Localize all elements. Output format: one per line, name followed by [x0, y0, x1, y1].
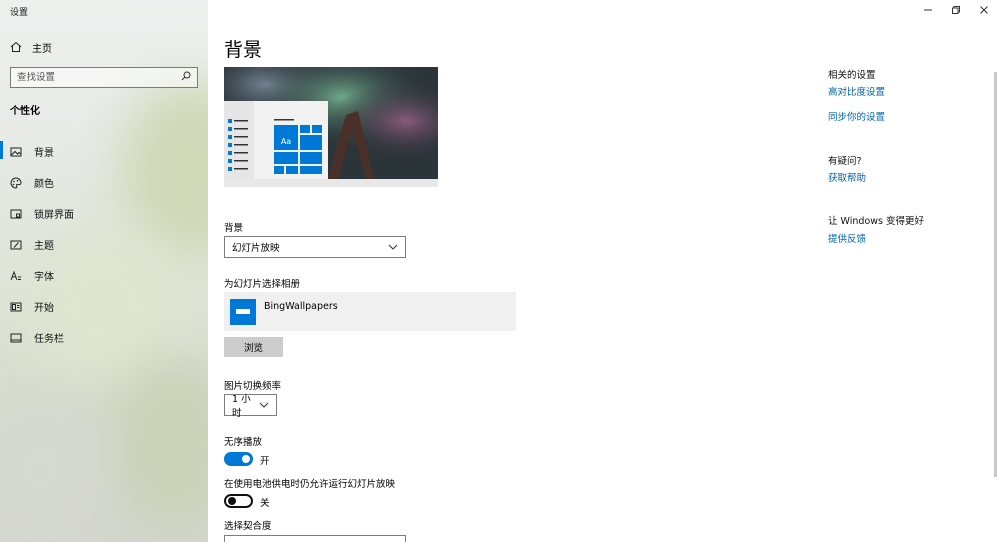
album-name: BingWallpapers	[264, 301, 338, 312]
shuffle-label: 无序播放	[224, 437, 263, 448]
sidebar-item-label: 字体	[34, 272, 54, 283]
sidebar-home-label: 主页	[32, 43, 52, 55]
close-button[interactable]	[968, 0, 1000, 22]
interval-dropdown[interactable]: 1 小时	[224, 394, 277, 419]
sidebar-nav: 背景 颜色 锁屏界面 主题 字体 开始 任务栏	[0, 136, 208, 353]
preview-tile-label: Aa	[281, 137, 291, 146]
theme-icon	[10, 239, 22, 251]
minimize-icon	[923, 5, 933, 18]
sidebar-item-fonts[interactable]: 字体	[0, 260, 208, 291]
sidebar-item-lock-screen[interactable]: 锁屏界面	[0, 198, 208, 229]
fit-dropdown[interactable]	[224, 535, 406, 542]
scrollbar[interactable]	[994, 72, 997, 477]
background-dropdown[interactable]: 幻灯片放映	[224, 236, 406, 258]
interval-label: 图片切换频率	[224, 381, 282, 392]
background-dropdown-value: 幻灯片放映	[232, 243, 280, 254]
chevron-down-icon	[388, 242, 398, 253]
home-icon	[10, 41, 22, 53]
sync-settings-link[interactable]: 同步你的设置	[828, 109, 885, 123]
sidebar-item-taskbar[interactable]: 任务栏	[0, 322, 208, 353]
album-item[interactable]: BingWallpapers	[224, 292, 516, 331]
high-contrast-link[interactable]: 高对比度设置	[828, 84, 885, 98]
shuffle-state: 开	[260, 456, 270, 467]
sidebar-home[interactable]: 主页	[10, 40, 52, 55]
album-label: 为幻灯片选择相册	[224, 279, 301, 290]
get-help-link[interactable]: 获取帮助	[828, 170, 866, 184]
sidebar-item-start[interactable]: 开始	[0, 291, 208, 322]
lock-screen-icon	[10, 208, 22, 220]
window-title: 设置	[10, 8, 29, 18]
shuffle-toggle[interactable]	[224, 452, 253, 466]
page-title: 背景	[224, 39, 263, 61]
sidebar-item-label: 锁屏界面	[34, 210, 74, 221]
picture-icon	[10, 146, 22, 158]
browse-button[interactable]: 浏览	[224, 337, 283, 357]
taskbar-icon	[10, 332, 22, 344]
sidebar: 设置 主页 个性化 背景	[0, 0, 208, 542]
sidebar-item-label: 颜色	[34, 179, 54, 190]
related-settings-title: 相关的设置	[828, 70, 876, 81]
fit-label: 选择契合度	[224, 521, 272, 532]
sidebar-item-label: 开始	[34, 303, 54, 314]
sidebar-item-label: 主题	[34, 241, 54, 252]
battery-toggle[interactable]	[224, 494, 253, 508]
chevron-down-icon	[259, 400, 269, 411]
sidebar-section-title: 个性化	[10, 106, 40, 117]
background-preview: Aa	[224, 67, 438, 187]
sidebar-item-label: 背景	[34, 148, 54, 159]
search-box[interactable]	[10, 67, 198, 88]
feedback-title: 让 Windows 变得更好	[828, 216, 924, 227]
battery-label: 在使用电池供电时仍允许运行幻灯片放映	[224, 479, 396, 490]
folder-icon	[230, 298, 256, 325]
sidebar-item-label: 任务栏	[34, 334, 64, 345]
close-icon	[979, 5, 989, 18]
search-icon[interactable]	[181, 71, 191, 84]
question-title: 有疑问?	[828, 156, 862, 167]
font-icon	[10, 270, 22, 282]
sidebar-item-colors[interactable]: 颜色	[0, 167, 208, 198]
sidebar-item-themes[interactable]: 主题	[0, 229, 208, 260]
sidebar-item-background[interactable]: 背景	[0, 136, 208, 167]
start-icon	[10, 301, 22, 313]
battery-state: 关	[260, 498, 270, 509]
palette-icon	[10, 176, 22, 189]
search-input[interactable]	[17, 72, 181, 83]
background-label: 背景	[224, 223, 244, 234]
interval-dropdown-value: 1 小时	[232, 394, 251, 419]
restore-icon	[951, 5, 961, 18]
feedback-link[interactable]: 提供反馈	[828, 231, 866, 245]
